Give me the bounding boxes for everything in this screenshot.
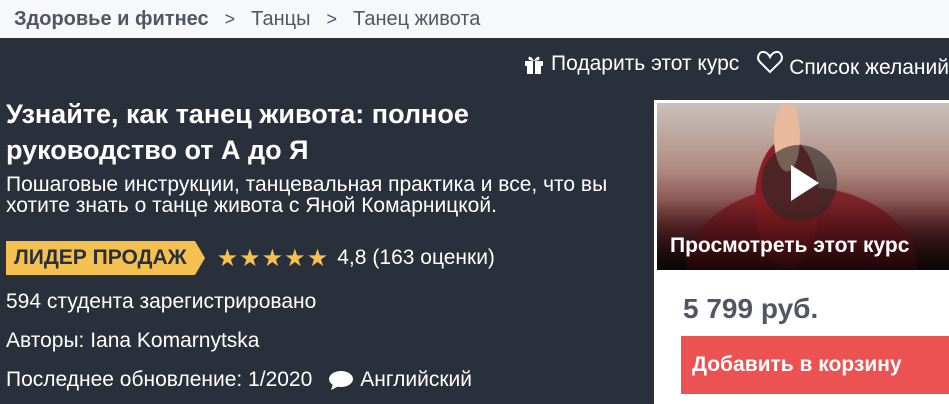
wishlist-button[interactable]: Список желаний (757, 50, 949, 80)
rating-count[interactable]: (163 оценки) (372, 246, 495, 270)
chevron-right-icon: > (326, 8, 338, 29)
course-price: 5 799 руб. (683, 293, 819, 324)
wishlist-label: Список желаний (789, 56, 949, 79)
students-count: 594 студента зарегистрировано (6, 290, 317, 313)
heart-icon (757, 50, 784, 74)
course-language: Английский (360, 368, 472, 391)
gift-icon (525, 56, 544, 74)
course-actions: Подарить этот курс Список желаний (523, 44, 949, 84)
preview-course-label: Просмотреть этот курс (670, 234, 910, 257)
star-icon: ★ (284, 244, 306, 272)
gift-course-label: Подарить этот курс (551, 52, 740, 75)
gift-course-button[interactable]: Подарить этот курс (523, 52, 739, 76)
rating-row: ЛИДЕР ПРОДАЖ ★ ★ ★ ★ ★ 4,8 (163 оценки) (6, 241, 495, 275)
breadcrumb-item-health-fitness[interactable]: Здоровье и фитнес (14, 8, 209, 31)
bestseller-badge: ЛИДЕР ПРОДАЖ (6, 241, 205, 275)
rating-stars[interactable]: ★ ★ ★ ★ ★ (217, 244, 330, 273)
add-to-cart-button[interactable]: Добавить в корзину (681, 336, 949, 394)
update-language-row: Последнее обновление: 1/2020 Английский (6, 368, 472, 392)
star-icon: ★ (306, 244, 329, 272)
course-subtitle: Пошаговые инструкции, танцевальная практ… (6, 173, 608, 217)
breadcrumb-item-dance[interactable]: Танцы (251, 8, 310, 31)
course-preview[interactable]: Просмотреть этот курс (657, 103, 949, 270)
course-authors[interactable]: Авторы: Iana Komarnytska (6, 329, 259, 353)
star-icon: ★ (216, 244, 239, 272)
speech-bubble-icon (329, 371, 354, 390)
course-title: Узнайте, как танец живота: полное руково… (6, 99, 469, 165)
play-icon[interactable] (761, 145, 837, 221)
breadcrumb-item-belly-dance[interactable]: Танец живота (353, 8, 480, 31)
last-update: Последнее обновление: 1/2020 (6, 368, 313, 391)
star-icon: ★ (239, 244, 261, 272)
star-icon: ★ (261, 244, 284, 272)
rating-value[interactable]: 4,8 (337, 246, 366, 270)
breadcrumb: Здоровье и фитнес > Танцы > Танец живота (0, 0, 949, 38)
chevron-right-icon: > (224, 8, 236, 29)
